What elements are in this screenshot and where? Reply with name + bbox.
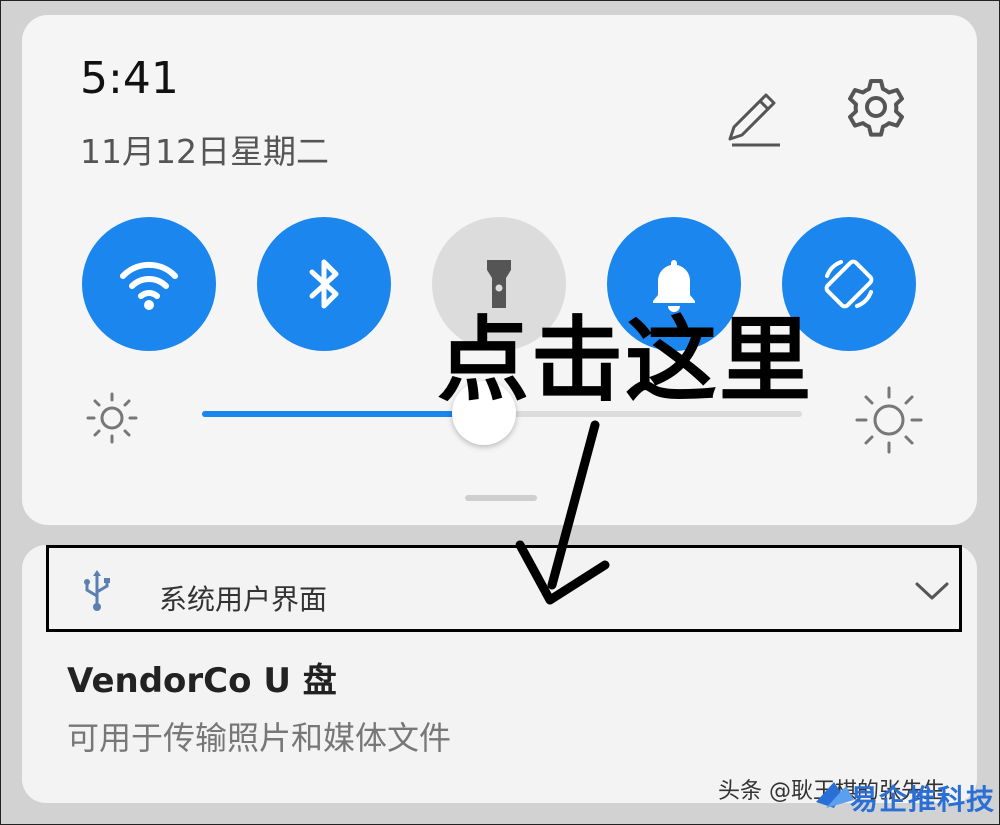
watermark-logo-text: 易企推科技 bbox=[850, 783, 996, 816]
wifi-icon bbox=[120, 261, 178, 310]
usb-notification[interactable]: 系统用户界面 VendorCo U 盘 可用于传输照片和媒体文件 bbox=[22, 545, 977, 803]
annotation-arrow-icon bbox=[515, 420, 610, 605]
chevron-down-icon[interactable] bbox=[913, 578, 951, 604]
quick-settings-panel: 5:41 11月12日星期二 bbox=[22, 15, 977, 525]
notification-body: 可用于传输照片和媒体文件 bbox=[67, 719, 452, 757]
annotation-label: 点击这里 bbox=[437, 307, 814, 414]
notification-title: VendorCo U 盘 bbox=[67, 661, 337, 701]
clock: 5:41 bbox=[80, 53, 179, 104]
wifi-toggle[interactable] bbox=[82, 217, 216, 351]
bluetooth-toggle[interactable] bbox=[257, 217, 391, 351]
rotate-icon bbox=[824, 259, 874, 309]
date: 11月12日星期二 bbox=[80, 132, 329, 171]
notification-app-name: 系统用户界面 bbox=[159, 583, 328, 616]
sun-small-icon bbox=[86, 392, 138, 444]
notification-header[interactable]: 系统用户界面 bbox=[46, 545, 962, 632]
bluetooth-icon bbox=[309, 259, 339, 309]
gear-icon[interactable] bbox=[844, 75, 908, 139]
sun-large-icon bbox=[855, 386, 923, 454]
usb-icon bbox=[84, 570, 110, 611]
pencil-edit-icon[interactable] bbox=[722, 87, 786, 151]
